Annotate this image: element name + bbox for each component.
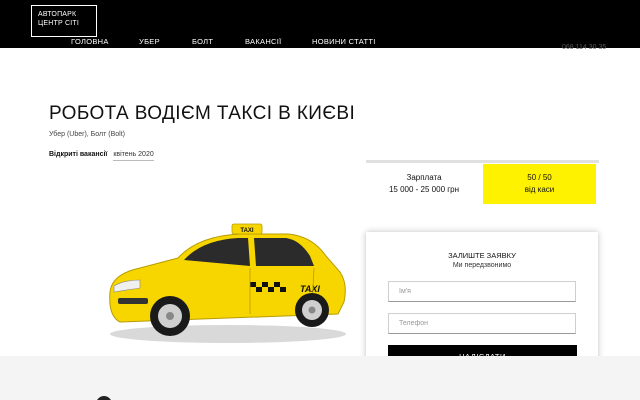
logo-line-1: АВТОПАРК (38, 11, 77, 18)
top-header: АВТОПАРК ЦЕНТР СІТІ ГОЛОВНА УБЕР БОЛТ ВА… (0, 0, 640, 48)
vacancies-date: квітень 2020 (113, 151, 154, 161)
door-taxi-text: TAXI (300, 284, 320, 294)
page-title: РОБОТА ВОДІЄМ ТАКСІ В КИЄВІ (49, 103, 356, 124)
name-field[interactable] (388, 281, 576, 302)
nav-item-uber[interactable]: УБЕР (139, 37, 160, 46)
phone-field[interactable] (388, 313, 576, 334)
next-section (0, 356, 640, 400)
logo[interactable]: АВТОПАРК ЦЕНТР СІТІ (31, 5, 97, 37)
form-title: ЗАЛИШТЕ ЗАЯВКУ (448, 251, 516, 260)
salary-range: 15 000 - 25 000 грн (388, 185, 460, 194)
share-label: від каси (524, 185, 555, 194)
salary-label: Зарплата (406, 173, 442, 182)
share-block: 50 / 50 від каси (483, 164, 596, 204)
nav-item-vacancies[interactable]: ВАКАНСІЇ (245, 37, 282, 46)
nav-item-home[interactable]: ГОЛОВНА (71, 37, 109, 46)
main-nav: ГОЛОВНА УБЕР БОЛТ ВАКАНСІЇ НОВИНИ СТАТТІ (0, 37, 640, 49)
page-subtitle: Убер (Uber), Болт (Bolt) (49, 131, 125, 138)
vacancies-label: Відкриті вакансії (49, 151, 108, 158)
nav-item-news[interactable]: НОВИНИ СТАТТІ (312, 37, 376, 46)
logo-line-2: ЦЕНТР СІТІ (38, 20, 80, 27)
share-ratio: 50 / 50 (527, 173, 552, 182)
taxi-car-image: TAXI TAXI (109, 223, 346, 343)
nav-item-bolt[interactable]: БОЛТ (192, 37, 213, 46)
salary-divider (366, 160, 599, 163)
salary-block: Зарплата 15 000 - 25 000 грн (366, 164, 482, 204)
vacancies-info: Відкриті вакансії квітень 2020 (49, 151, 154, 161)
roof-sign-text: TAXI (240, 228, 254, 234)
header-phone[interactable]: 068 114 30 35 (562, 44, 606, 51)
form-subtitle: Ми передзвонимо (452, 262, 512, 269)
